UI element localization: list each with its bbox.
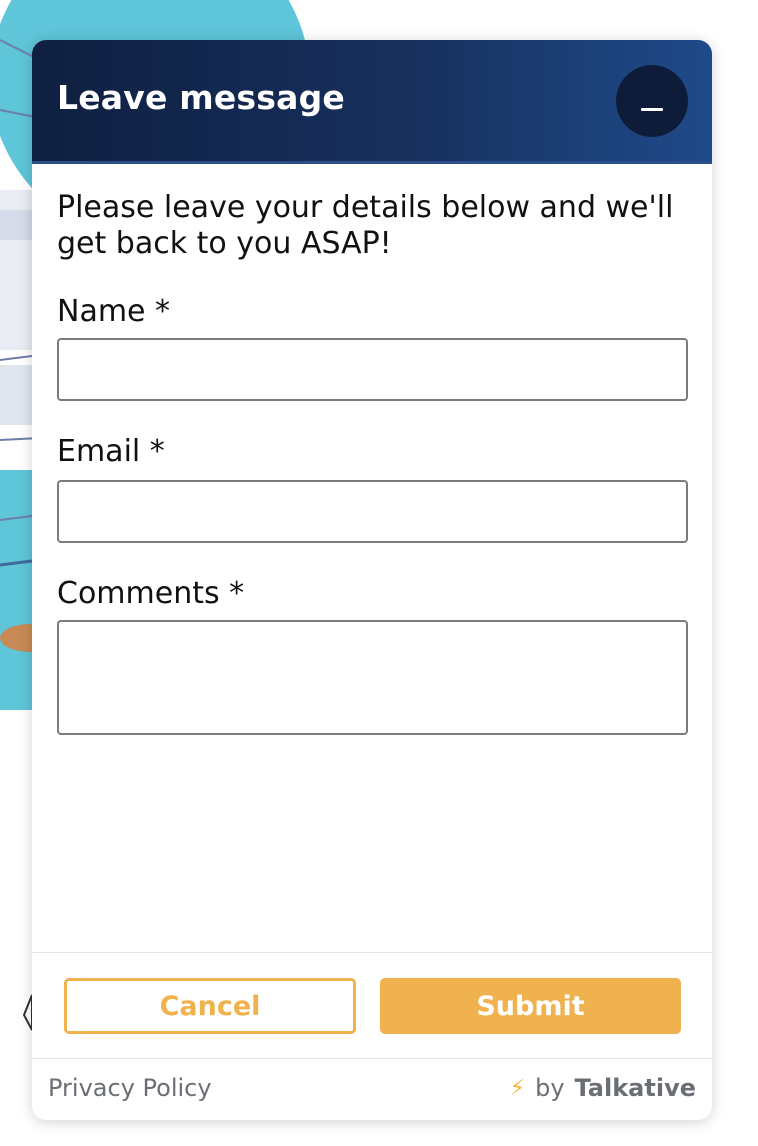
name-input[interactable]	[57, 338, 688, 401]
powered-by-label: by	[535, 1074, 565, 1102]
leave-message-widget: Leave message Please leave your details …	[32, 40, 712, 1120]
brand-name[interactable]: Talkative	[575, 1074, 696, 1102]
submit-button[interactable]: Submit	[380, 978, 681, 1034]
email-label: Email *	[57, 434, 165, 469]
widget-title: Leave message	[57, 78, 345, 117]
minimize-icon	[641, 108, 663, 111]
comments-textarea[interactable]	[57, 620, 688, 735]
cancel-button[interactable]: Cancel	[64, 978, 356, 1034]
name-label: Name *	[57, 294, 171, 329]
privacy-policy-link[interactable]: Privacy Policy	[48, 1074, 212, 1102]
comments-label: Comments *	[57, 576, 245, 611]
actions-divider	[32, 952, 712, 953]
bolt-icon: ⚡	[509, 1075, 526, 1101]
intro-text: Please leave your details below and we'l…	[57, 190, 674, 261]
email-input[interactable]	[57, 480, 688, 543]
powered-by: ⚡ by Talkative	[510, 1074, 696, 1102]
footer-divider	[32, 1058, 712, 1059]
widget-header: Leave message	[32, 40, 712, 164]
minimize-button[interactable]	[616, 65, 688, 137]
